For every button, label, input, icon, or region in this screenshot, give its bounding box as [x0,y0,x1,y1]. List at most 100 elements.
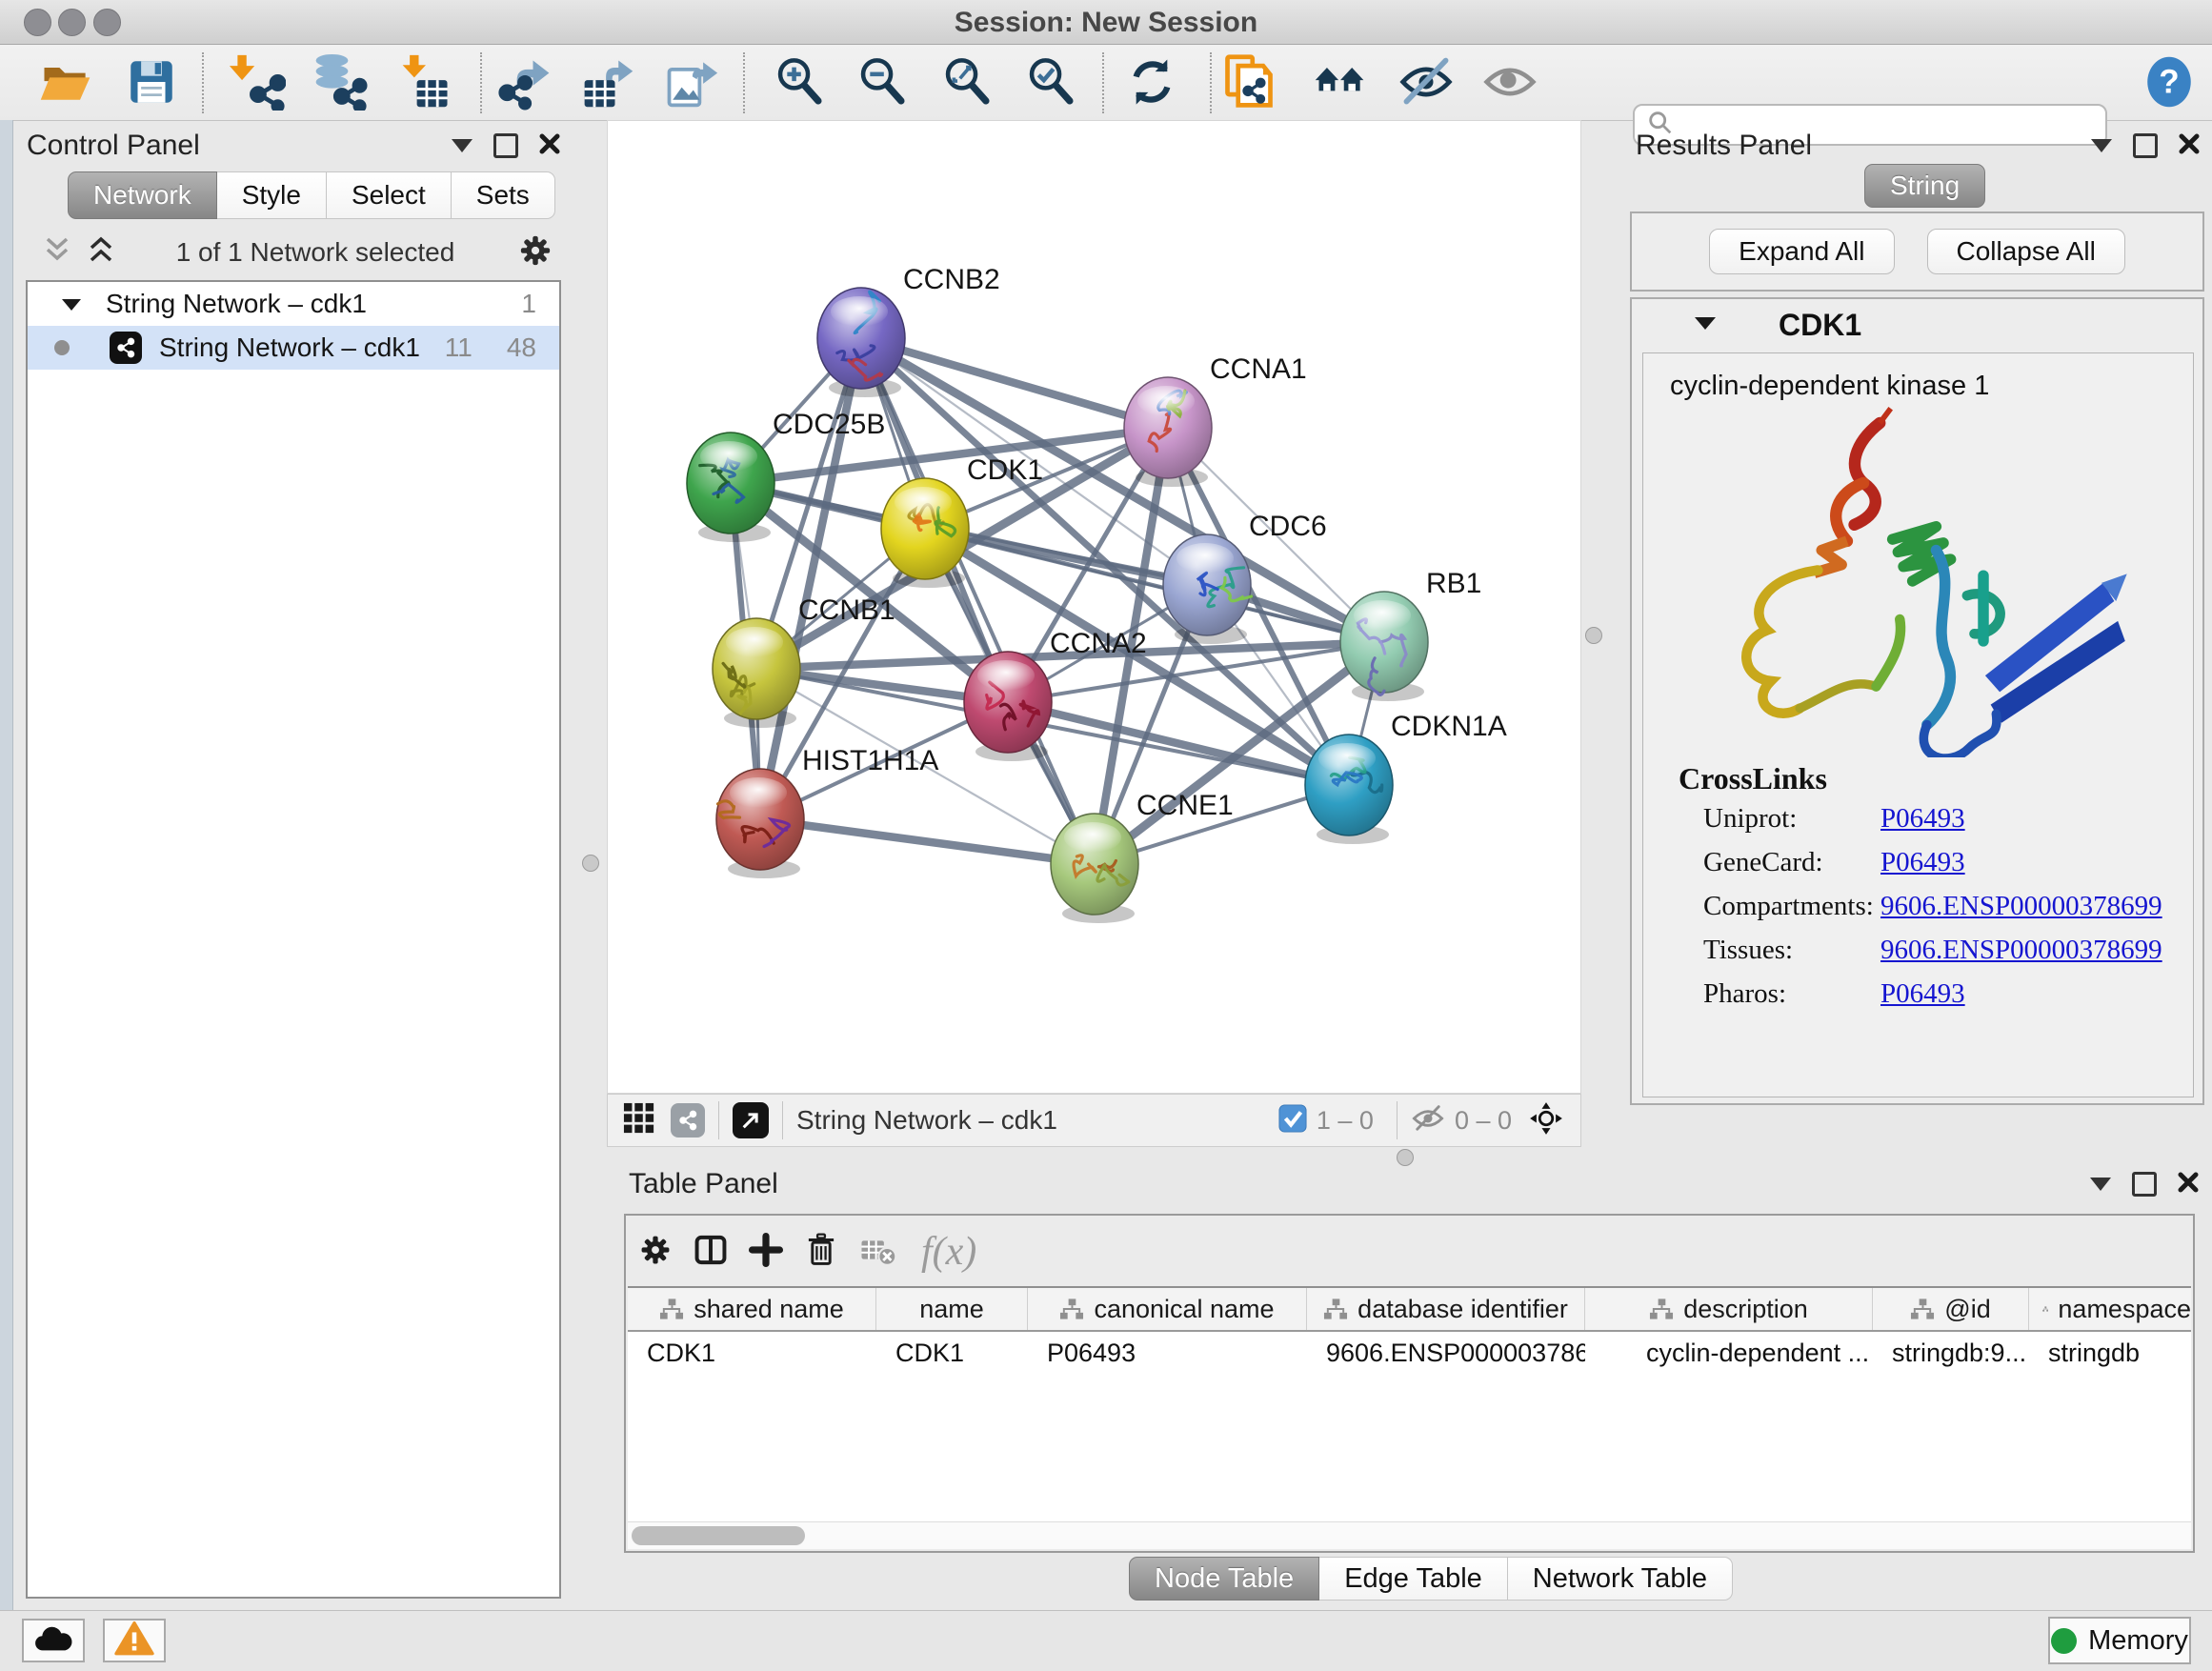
cell-database-identifier[interactable]: 9606.ENSP00000378699 [1307,1332,1585,1374]
collapse-all-button[interactable]: Collapse All [1927,229,2125,274]
disclosure-triangle-icon[interactable] [62,289,81,319]
splitter-handle[interactable] [582,855,599,872]
gene-disclosure-triangle-icon[interactable] [1695,315,1716,335]
network-options-gear-icon[interactable] [514,230,556,276]
show-hidden-button[interactable] [1480,54,1539,113]
export-table-button[interactable] [578,54,637,113]
column-header-canonical-name[interactable]: canonical name [1028,1288,1307,1330]
cell-id[interactable]: stringdb:9... [1873,1332,2029,1374]
show-all-networks-button[interactable] [1311,54,1370,113]
cloud-services-button[interactable] [22,1619,85,1662]
tree-icon [1649,1298,1674,1320]
crosslink-link[interactable]: P06493 [1880,803,1965,835]
open-session-button[interactable] [36,54,95,113]
collapse-all-networks-icon[interactable] [42,235,72,271]
table-options-gear-icon[interactable] [635,1230,675,1275]
duplicate-network-button[interactable] [1219,54,1278,113]
export-network-button[interactable] [496,54,555,113]
status-bar: Memory [0,1610,2212,1671]
crosslink-link[interactable]: P06493 [1880,978,1965,1010]
string-badge-icon[interactable] [671,1103,705,1137]
zoom-fit-button[interactable] [937,54,996,113]
column-header-name[interactable]: name [876,1288,1028,1330]
gene-symbol: CDK1 [1779,308,1861,343]
add-column-icon[interactable] [746,1230,786,1275]
tree-icon [1910,1298,1935,1320]
tab-select[interactable]: Select [327,171,452,219]
svg-text:CDK1: CDK1 [967,454,1043,486]
tab-sets[interactable]: Sets [452,171,555,219]
import-table-button[interactable] [396,54,455,113]
node-table: shared name name canonical name database… [628,1286,2191,1526]
tab-network-table[interactable]: Network Table [1508,1557,1733,1601]
help-button[interactable]: ? [2140,54,2199,113]
zoom-in-button[interactable] [770,54,829,113]
float-panel-icon[interactable] [2133,133,2158,158]
network-canvas[interactable]: CCNB2CCNA1CDC25BCDK1CDC6RB1CCNB1CCNA2CDK… [607,120,1581,1094]
delete-table-icon[interactable] [856,1229,898,1276]
apply-layout-button[interactable] [1122,54,1181,113]
hide-selected-button[interactable] [1397,54,1456,113]
import-network-file-button[interactable] [228,54,287,113]
cell-name[interactable]: CDK1 [876,1332,1028,1374]
cell-shared-name[interactable]: CDK1 [628,1332,876,1374]
cell-canonical-name[interactable]: P06493 [1028,1332,1307,1374]
tab-network[interactable]: Network [68,171,217,219]
scrollbar-thumb[interactable] [632,1526,805,1545]
zoom-selected-button[interactable] [1021,54,1080,113]
expand-all-button[interactable]: Expand All [1709,229,1894,274]
column-header-id[interactable]: @id [1873,1288,2029,1330]
column-header-database-identifier[interactable]: database identifier [1307,1288,1585,1330]
cell-namespace[interactable]: stringdb [2029,1332,2191,1374]
crosslink-link[interactable]: 9606.ENSP00000378699 [1880,935,2162,966]
close-panel-icon[interactable] [2178,1172,2199,1198]
open-folder-icon [37,53,94,115]
close-panel-icon[interactable] [2179,133,2200,159]
selected-checkbox-icon[interactable] [1278,1104,1307,1137]
table-horizontal-scrollbar[interactable] [628,1521,2191,1549]
toolbar-separator [202,52,204,113]
memory-button[interactable]: Memory [2048,1617,2191,1664]
column-header-namespace[interactable]: namespace [2029,1288,2191,1330]
column-header-shared-name[interactable]: shared name [628,1288,876,1330]
tab-node-table[interactable]: Node Table [1129,1557,1319,1601]
zoom-out-button[interactable] [853,54,912,113]
show-columns-icon[interactable] [691,1230,731,1275]
import-network-database-button[interactable] [310,54,369,113]
hidden-eye-slash-icon[interactable] [1411,1101,1445,1140]
network-row-selected[interactable]: String Network – cdk1 11 48 [28,326,559,370]
zoom-out-icon [855,54,910,114]
zoom-fit-icon [939,54,995,114]
save-session-button[interactable] [122,54,181,113]
float-panel-icon[interactable] [2132,1172,2157,1197]
expand-all-networks-icon[interactable] [86,235,116,271]
cell-description[interactable]: cyclin-dependent ... [1585,1332,1873,1374]
eye-icon [1481,53,1538,115]
column-header-description[interactable]: description [1585,1288,1873,1330]
collapse-panel-icon[interactable] [452,139,473,152]
splitter-handle[interactable] [1585,627,1602,644]
collapse-panel-icon[interactable] [2091,139,2112,152]
delete-column-icon[interactable] [801,1230,841,1275]
collapse-panel-icon[interactable] [2090,1178,2111,1191]
save-icon [124,54,179,114]
export-image-button[interactable] [661,54,720,113]
warnings-button[interactable] [103,1619,166,1662]
tab-string[interactable]: String [1864,164,1985,208]
network-collection-row[interactable]: String Network – cdk1 1 [28,282,559,326]
tab-style[interactable]: Style [217,171,327,219]
crosslink-link[interactable]: 9606.ENSP00000378699 [1880,891,2162,922]
tab-edge-table[interactable]: Edge Table [1319,1557,1508,1601]
crosslink-link[interactable]: P06493 [1880,847,1965,878]
open-in-new-window-icon[interactable] [733,1102,769,1138]
close-panel-icon[interactable] [539,133,560,159]
table-panel: Table Panel f(x) shared name name ca [610,1160,2212,1610]
network-graph[interactable]: CCNB2CCNA1CDC25BCDK1CDC6RB1CCNB1CCNA2CDK… [608,121,1580,1093]
tree-icon [1059,1298,1084,1320]
table-row[interactable]: CDK1 CDK1 P06493 9606.ENSP00000378699 cy… [628,1332,2191,1374]
float-panel-icon[interactable] [493,133,518,158]
grid-view-icon[interactable] [623,1102,655,1139]
memory-label: Memory [2088,1625,2188,1657]
birds-eye-view-icon[interactable] [1529,1101,1563,1140]
splitter-handle[interactable] [1397,1149,1414,1166]
